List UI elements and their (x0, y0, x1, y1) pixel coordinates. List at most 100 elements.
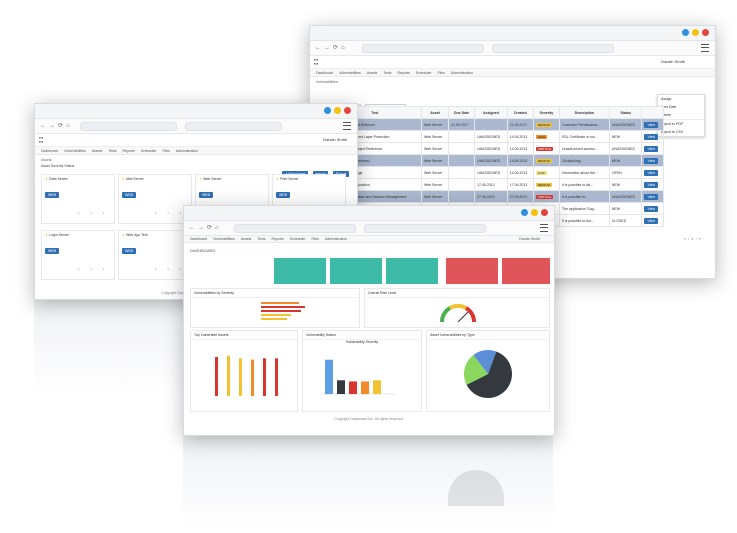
filter-status[interactable]: Status (64, 164, 74, 168)
window-dot-blue[interactable] (521, 209, 528, 216)
address-bar[interactable] (362, 44, 484, 53)
star-icon[interactable]: ★ (199, 177, 202, 181)
search-bar[interactable] (492, 44, 614, 53)
window-dot-red[interactable] (541, 209, 548, 216)
window-dot-red[interactable] (344, 107, 351, 114)
dropdown-item[interactable]: Export to PDF (658, 119, 704, 128)
menu-item[interactable]: Files (438, 71, 445, 75)
menu-item[interactable]: Files (163, 149, 170, 153)
stat-tile[interactable] (330, 258, 382, 284)
dropdown-item[interactable]: Assign (658, 95, 704, 103)
window-dot-yellow[interactable] (692, 29, 699, 36)
menu-item[interactable]: Reports (271, 237, 283, 241)
window-dot-blue[interactable] (324, 107, 331, 114)
menu-item[interactable]: Administration (451, 71, 473, 75)
dropdown-item[interactable]: New Date (658, 103, 704, 111)
status-bar[interactable] (361, 381, 369, 394)
column-header[interactable]: Description (558, 106, 610, 119)
star-icon[interactable]: ★ (276, 177, 279, 181)
address-bar[interactable] (234, 224, 356, 233)
menu-item[interactable]: Assets (367, 71, 378, 75)
view-button[interactable]: View (644, 157, 658, 164)
asset-bar[interactable] (215, 357, 218, 396)
asset-card[interactable]: ★ Login Server WEB ▪ ▪ ▪ (41, 230, 115, 280)
view-button[interactable]: View (644, 217, 658, 224)
hamburger-menu-icon[interactable] (701, 44, 709, 52)
view-button[interactable]: View (644, 121, 658, 128)
user-menu[interactable]: Darwin Smith (519, 237, 540, 241)
table-row[interactable]: Insecure Direct Object ReferenceWeb Serv… (316, 142, 664, 155)
menu-item[interactable]: Administration (176, 149, 198, 153)
column-header[interactable]: Assigned (474, 106, 508, 119)
menu-item[interactable]: Tests (108, 149, 116, 153)
status-bar[interactable] (337, 380, 345, 394)
nav-arrows-icon[interactable]: ←→⟳⌂ (189, 224, 222, 231)
column-header[interactable]: Asset (420, 106, 450, 119)
stat-tile[interactable] (446, 258, 498, 284)
status-bar[interactable] (349, 381, 357, 394)
hamburger-menu-icon[interactable] (540, 224, 548, 232)
menu-item[interactable]: Reports (397, 71, 409, 75)
asset-bar[interactable] (227, 355, 230, 396)
menu-item[interactable]: Reports (122, 149, 134, 153)
filter-asset[interactable]: Asset (41, 164, 50, 168)
view-button[interactable]: View (644, 181, 658, 188)
status-bar[interactable] (325, 359, 333, 394)
menu-item[interactable]: Dashboard (190, 237, 207, 241)
table-row[interactable]: Clickjacking (UI Redress)Web ServerUNASS… (316, 154, 664, 167)
menu-item[interactable]: Vulnerabilities (64, 149, 86, 153)
dropdown-item[interactable]: Delete (658, 111, 704, 119)
star-icon[interactable]: ★ (122, 233, 125, 237)
filter-severity[interactable]: Severity (51, 164, 64, 168)
window-dot-red[interactable] (702, 29, 709, 36)
menu-item[interactable]: Tests (383, 71, 391, 75)
column-header[interactable]: Due Date (448, 106, 476, 119)
asset-bar[interactable] (275, 358, 278, 396)
menu-item[interactable]: Administration (325, 237, 347, 241)
menu-item[interactable]: Assets (241, 237, 252, 241)
view-button[interactable]: View (644, 145, 658, 152)
pagination[interactable]: «‹1›» (684, 236, 703, 241)
column-header[interactable]: Created (506, 106, 534, 119)
star-icon[interactable]: ★ (45, 233, 48, 237)
user-menu[interactable]: Darwin Smith (323, 137, 347, 142)
window-dot-blue[interactable] (682, 29, 689, 36)
asset-bar[interactable] (251, 359, 254, 396)
menu-item[interactable]: Dashboard (316, 71, 333, 75)
table-row[interactable]: Security Policy Not EnforcedWeb Server21… (316, 118, 664, 131)
menu-item[interactable]: Assets (92, 149, 103, 153)
asset-bar[interactable] (239, 358, 242, 396)
table-row[interactable]: Information LeakageWeb ServerUNASSIGNED1… (316, 166, 664, 179)
view-button[interactable]: View (644, 169, 658, 176)
asset-card[interactable]: ★ Data Server WEB ▪ ▪ ▪ (41, 174, 115, 224)
column-header[interactable]: Severity (532, 106, 560, 119)
search-bar[interactable] (185, 122, 282, 131)
star-icon[interactable]: ★ (45, 177, 48, 181)
menu-item[interactable]: Scheduler (290, 237, 306, 241)
view-button[interactable]: View (644, 205, 658, 212)
window-dot-yellow[interactable] (334, 107, 341, 114)
view-button[interactable]: View (644, 133, 658, 140)
table-row[interactable]: Insufficient Transport Layer Protection W… (316, 130, 664, 143)
search-bar[interactable] (364, 224, 486, 233)
user-menu[interactable]: Darwin Smith (661, 59, 685, 64)
menu-item[interactable]: Vulnerabilities (213, 237, 235, 241)
window-dot-yellow[interactable] (531, 209, 538, 216)
column-header[interactable] (641, 106, 664, 119)
menu-item[interactable]: Files (312, 237, 319, 241)
menu-item[interactable]: Vulnerabilities (339, 71, 361, 75)
asset-card[interactable]: ★ Mail Server WEB ▪ ▪ ▪ (118, 174, 192, 224)
menu-item[interactable]: Dashboard (41, 149, 58, 153)
view-button[interactable]: View (644, 193, 658, 200)
asset-card[interactable]: ★ Web App Test WEB ▪ ▪ ▪ (118, 230, 192, 280)
column-header[interactable]: Status (608, 106, 643, 119)
nav-arrows-icon[interactable]: ←→⟳⌂ (40, 122, 73, 129)
menu-item[interactable]: Scheduler (141, 149, 157, 153)
stat-tile[interactable] (274, 258, 326, 284)
table-row[interactable]: Broken Authentication and Session Manage… (316, 190, 664, 203)
stat-tile[interactable] (386, 258, 438, 284)
hamburger-menu-icon[interactable] (343, 122, 351, 130)
menu-item[interactable]: Scheduler (416, 71, 432, 75)
address-bar[interactable] (80, 122, 177, 131)
table-row[interactable]: Security MisconfigurationWeb Server17.06… (316, 178, 664, 191)
